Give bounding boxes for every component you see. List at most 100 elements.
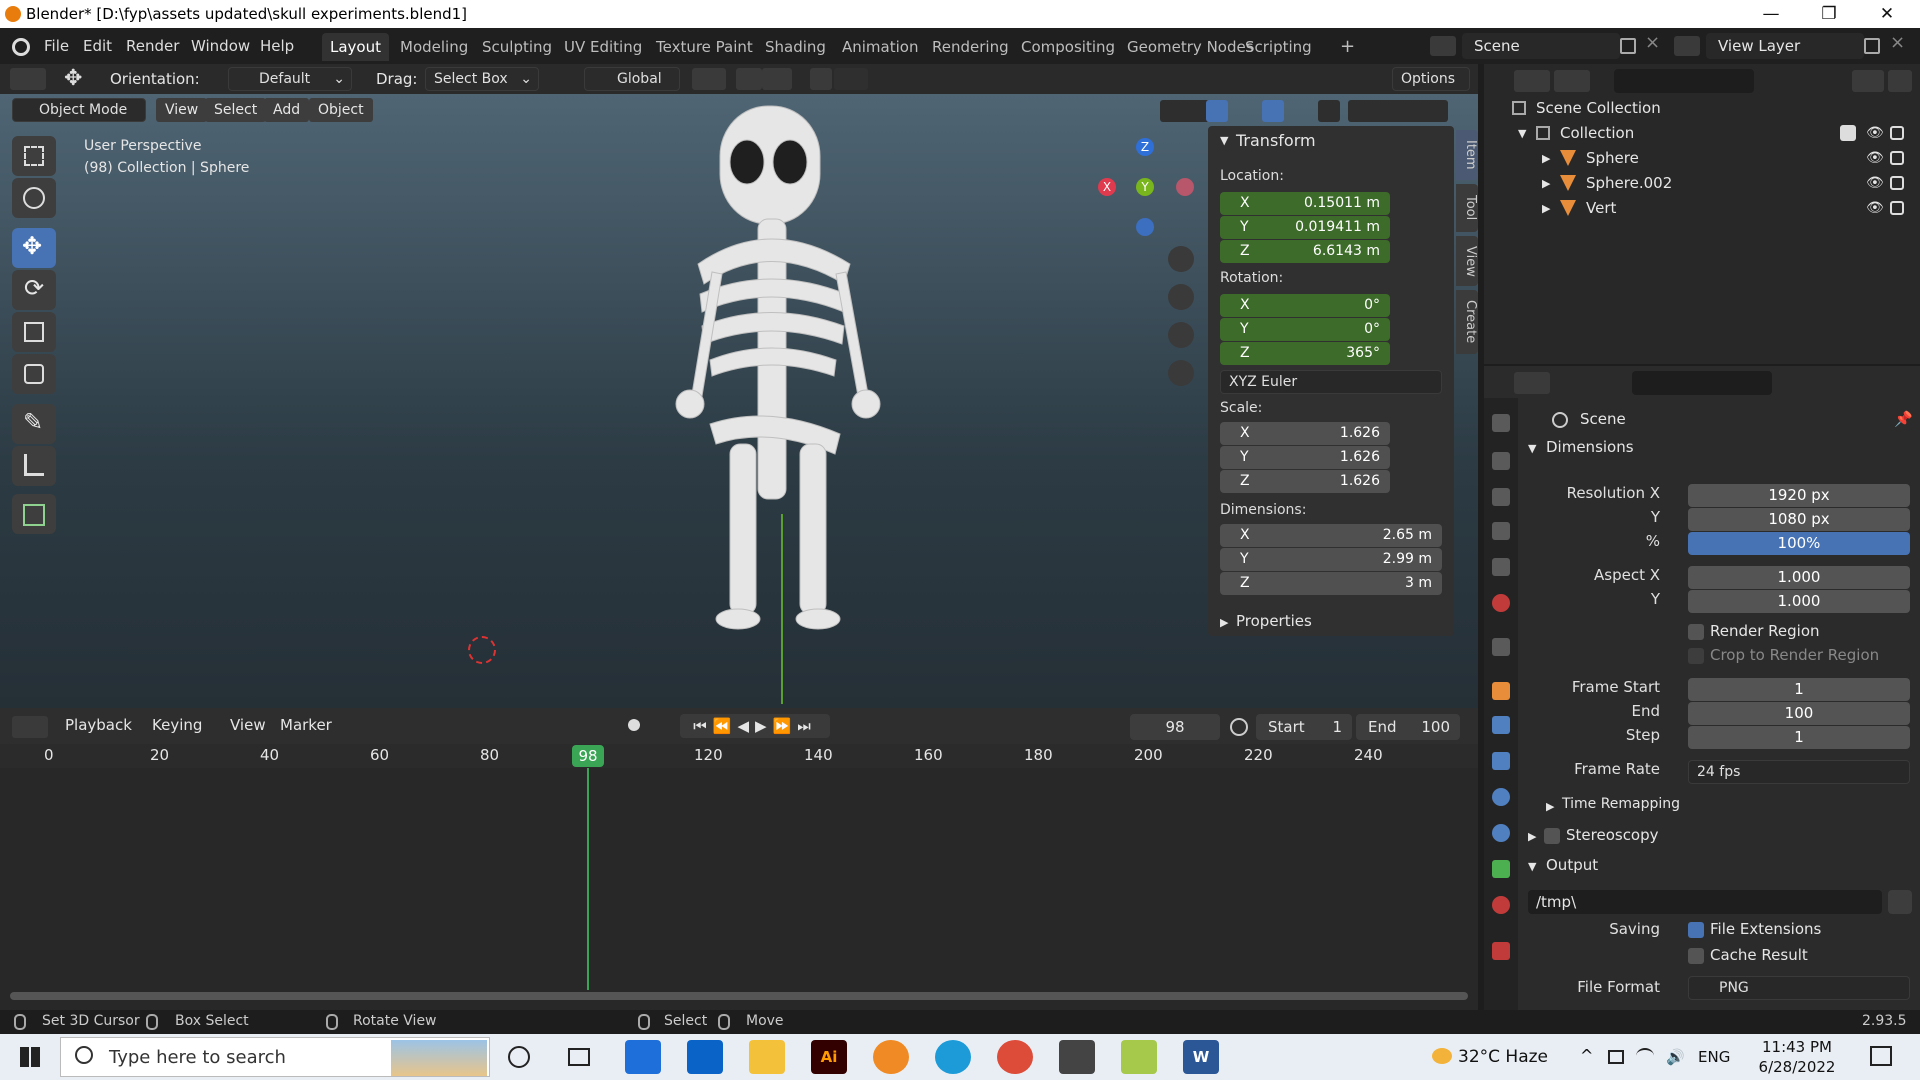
gizmo-neg-z[interactable] [1136,218,1154,236]
shading-modes-icon[interactable] [1348,100,1448,122]
current-frame-field[interactable]: 98 [1130,714,1220,740]
unity-icon[interactable] [1059,1040,1095,1074]
pan-hand-icon[interactable] [1168,284,1194,310]
outliner-item-vert[interactable]: ▶ Vert 👁 [1484,196,1920,221]
options-dropdown[interactable]: Options [1392,67,1470,91]
stereoscopy-panel-header[interactable]: Stereoscopy [1566,826,1659,844]
properties-search-input[interactable] [1632,371,1772,395]
pin-icon[interactable]: 📌 [1894,410,1913,428]
chrome-icon[interactable] [997,1040,1033,1074]
tab-animation[interactable]: Animation [834,33,926,61]
modifier-tab-icon[interactable] [1492,716,1510,734]
timeline-scrollbar[interactable] [10,992,1468,1000]
tab-shading[interactable]: Shading [757,33,834,61]
annotate-tool[interactable]: ✎ [12,404,56,444]
gizmo-x-axis[interactable]: X [1098,178,1116,196]
gizmo-y-axis[interactable]: Y [1136,178,1154,196]
camera-icon[interactable] [1890,126,1904,140]
data-tab-icon[interactable] [1492,860,1510,878]
close-button[interactable]: ✕ [1858,0,1916,28]
file-explorer-icon[interactable] [749,1040,785,1074]
frame-start-field[interactable]: 1 [1688,678,1910,701]
aspect-x-field[interactable]: 1.000 [1688,566,1910,589]
eye-icon[interactable]: 👁 [1866,171,1884,196]
aspect-y-field[interactable]: 1.000 [1688,590,1910,613]
volume-icon[interactable]: 🔊 [1666,1048,1685,1066]
scale-tool[interactable] [12,312,56,352]
illustrator-icon[interactable]: Ai [811,1040,847,1074]
timeline-ruler[interactable]: 0 20 40 60 80 120 140 160 180 200 220 24… [0,744,1478,768]
taskbar-search-input[interactable]: Type here to search [60,1037,490,1077]
outliner-item-sphere[interactable]: ▶ Sphere 👁 [1484,146,1920,171]
collection-checkbox[interactable] [1840,125,1856,141]
crop-region-checkbox[interactable] [1688,648,1704,664]
add-cube-tool[interactable] [12,494,56,534]
location-y-field[interactable]: Y 0.019411 m [1220,216,1390,239]
resolution-x-field[interactable]: 1920 px [1688,484,1910,507]
notifications-icon[interactable] [1870,1046,1892,1066]
frame-step-field[interactable]: 1 [1688,726,1910,749]
new-scene-icon[interactable] [1620,38,1636,54]
object-menu[interactable]: Object [309,98,373,122]
measure-tool[interactable] [12,446,56,486]
collection-tab-icon[interactable] [1492,638,1510,656]
render-tab-icon[interactable] [1492,452,1510,470]
mail-icon[interactable] [687,1040,723,1074]
overlay-toggle-icon[interactable] [1262,100,1284,122]
cortana-icon[interactable] [508,1046,530,1068]
visibility-icon[interactable] [1160,100,1210,122]
dimensions-panel-header[interactable]: Dimensions [1546,438,1634,456]
clock-time[interactable]: 11:43 PM [1752,1038,1842,1056]
delete-scene-icon[interactable]: × [1645,32,1660,53]
tab-modeling[interactable]: Modeling [392,33,476,61]
output-tab-icon[interactable] [1492,488,1510,506]
file-format-dropdown[interactable]: PNG [1688,976,1910,1000]
properties-subpanel[interactable]: Properties [1236,612,1312,630]
location-x-field[interactable]: X 0.15011 m [1220,192,1390,215]
camera-icon[interactable] [1168,322,1194,348]
menu-edit[interactable]: Edit [83,28,112,64]
tab-tool[interactable]: Tool [1456,184,1478,232]
blender-taskbar-icon[interactable] [873,1040,909,1074]
rotation-z-field[interactable]: Z 365° [1220,342,1390,365]
scale-x-field[interactable]: X 1.626 [1220,422,1390,445]
object-tab-icon[interactable] [1492,682,1510,700]
tab-compositing[interactable]: Compositing [1013,33,1123,61]
render-region-checkbox[interactable] [1688,624,1704,640]
camera-icon[interactable] [1890,201,1904,215]
filter-icon[interactable] [1852,70,1884,92]
scene-selector-icon[interactable] [1430,36,1456,56]
dimensions-y-field[interactable]: Y 2.99 m [1220,548,1442,571]
add-workspace-button[interactable]: + [1332,33,1363,61]
grid-icon[interactable] [1168,360,1194,386]
windows-start-icon[interactable] [20,1047,40,1067]
scale-z-field[interactable]: Z 1.626 [1220,470,1390,493]
texture-tab-icon[interactable] [1492,942,1510,960]
display-mode-icon[interactable] [1554,70,1590,92]
add-menu[interactable]: Add [264,98,310,122]
editor-type-icon[interactable] [10,68,46,90]
playback-menu[interactable]: Playback [65,716,132,734]
blender-menu-icon[interactable] [12,38,30,56]
move-tool[interactable]: ✥ [12,228,56,268]
stopwatch-icon[interactable] [1230,718,1248,736]
frame-cursor-label[interactable]: 98 [572,745,604,767]
transform-orientation-dropdown[interactable]: Global [584,67,680,91]
tab-texture-paint[interactable]: Texture Paint [648,33,761,61]
output-panel-header[interactable]: Output [1546,856,1598,874]
record-icon[interactable] [628,719,640,731]
skeleton-model[interactable] [640,104,920,644]
world-tab-icon[interactable] [1492,594,1510,612]
gizmo-toggle-icon[interactable] [1206,100,1228,122]
camera-icon[interactable] [1890,151,1904,165]
wifi-icon[interactable] [1636,1048,1654,1064]
snap-target-icon[interactable] [762,68,792,90]
outliner-search-input[interactable] [1614,69,1754,93]
xray-toggle-icon[interactable] [1318,100,1340,122]
new-view-layer-icon[interactable] [1864,38,1880,54]
mode-dropdown[interactable]: Object Mode [12,98,146,122]
tool-tab-icon[interactable] [1492,414,1510,432]
timeline-editor-type-icon[interactable] [12,716,48,738]
select-box-tool[interactable] [12,136,56,176]
snap-icon[interactable] [736,68,762,90]
